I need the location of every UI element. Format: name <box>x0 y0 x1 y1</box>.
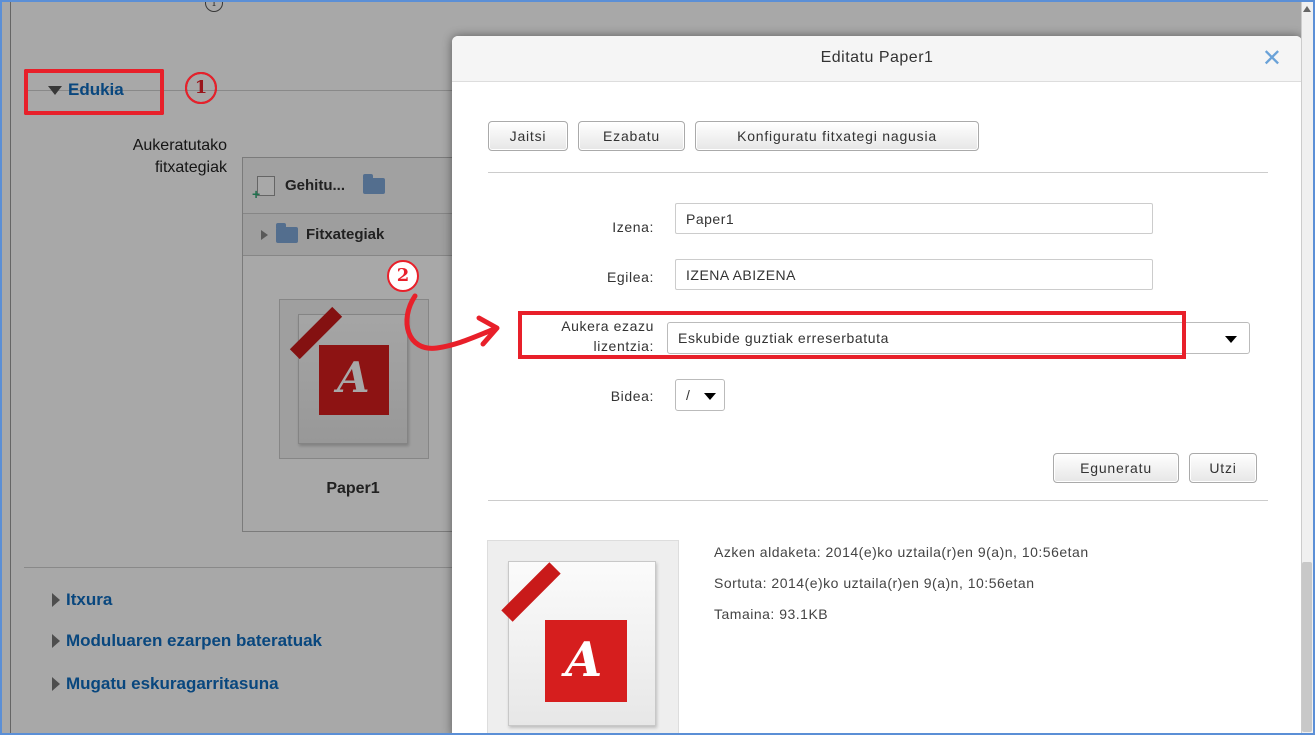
path-selected-value: / <box>686 387 691 403</box>
created-text: Sortuta: 2014(e)ko uztaila(r)en 9(a)n, 1… <box>714 575 1035 591</box>
author-label: Egilea: <box>606 269 654 285</box>
path-select[interactable]: / <box>675 379 725 411</box>
scrollbar-thumb[interactable] <box>1302 562 1312 732</box>
divider <box>488 500 1268 501</box>
delete-button[interactable]: Ezabatu <box>578 121 685 151</box>
annotation-arrow <box>404 293 500 351</box>
screenshot-frame: i Edukia 1 Aukeratutako fitxategiak Gehi… <box>0 0 1315 735</box>
last-modified-text: Azken aldaketa: 2014(e)ko uztaila(r)en 9… <box>714 544 1089 560</box>
edit-file-dialog: Editatu Paper1 ✕ Jaitsi Ezabatu Konfigur… <box>452 36 1302 733</box>
download-button[interactable]: Jaitsi <box>488 121 568 151</box>
highlight-box-license <box>518 311 1186 359</box>
pdf-a-glyph: A <box>565 632 603 688</box>
set-main-file-button[interactable]: Konfiguratu fitxategi nagusia <box>695 121 979 151</box>
name-input[interactable] <box>675 203 1153 234</box>
cancel-button[interactable]: Utzi <box>1189 453 1257 483</box>
pdf-icon: A <box>501 561 656 726</box>
chevron-down-icon <box>1225 336 1237 343</box>
author-input[interactable] <box>675 259 1153 290</box>
dialog-title: Editatu Paper1 <box>820 49 934 66</box>
annotation-circle-1 <box>185 72 217 104</box>
highlight-box-edukia-overlay <box>24 69 164 115</box>
divider <box>488 172 1268 173</box>
update-button[interactable]: Eguneratu <box>1053 453 1179 483</box>
annotation-number-2: 2 <box>387 260 419 292</box>
name-label: Izena: <box>612 219 654 235</box>
pdf-ribbon <box>501 562 561 622</box>
close-icon[interactable]: ✕ <box>1262 47 1282 71</box>
scroll-up-icon[interactable] <box>1303 6 1311 12</box>
page-scrollbar[interactable] <box>1301 2 1313 733</box>
path-label: Bidea: <box>610 388 654 404</box>
chevron-down-icon <box>704 393 716 400</box>
file-size-text: Tamaina: 93.1KB <box>714 606 829 622</box>
file-preview: A <box>487 540 679 733</box>
file-info: Azken aldaketa: 2014(e)ko uztaila(r)en 9… <box>714 537 1089 630</box>
dialog-header: Editatu Paper1 ✕ <box>452 36 1302 82</box>
